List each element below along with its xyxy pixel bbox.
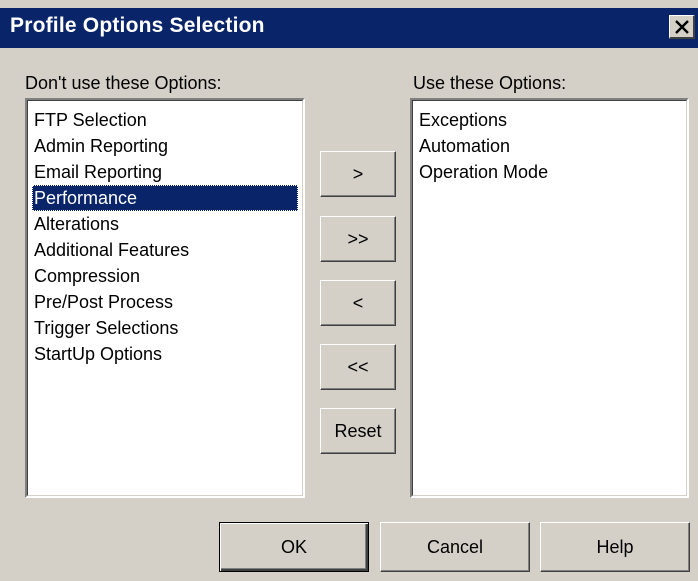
remove-all-options-button[interactable]: << (320, 344, 396, 390)
list-item[interactable]: Compression (32, 263, 298, 289)
list-item[interactable]: Automation (417, 133, 682, 159)
unused-options-label: Don't use these Options: (25, 73, 222, 93)
list-item[interactable]: Exceptions (417, 107, 682, 133)
list-item[interactable]: Operation Mode (417, 159, 682, 185)
list-item[interactable]: Email Reporting (32, 159, 298, 185)
unused-options-list[interactable]: FTP Selection Admin Reporting Email Repo… (25, 98, 305, 498)
used-options-list[interactable]: Exceptions Automation Operation Mode (410, 98, 689, 498)
dialog-title: Profile Options Selection (10, 14, 265, 37)
close-button[interactable] (669, 15, 695, 39)
add-all-options-button[interactable]: >> (320, 216, 396, 262)
list-item[interactable]: Alterations (32, 211, 298, 237)
reset-button[interactable]: Reset (320, 408, 396, 454)
help-button[interactable]: Help (540, 522, 690, 572)
list-item[interactable]: Trigger Selections (32, 315, 298, 341)
list-item[interactable]: FTP Selection (32, 107, 298, 133)
title-bar[interactable]: Profile Options Selection (0, 8, 698, 48)
list-item[interactable]: Additional Features (32, 237, 298, 263)
used-options-label: Use these Options: (413, 73, 567, 93)
ok-button[interactable]: OK (219, 522, 369, 572)
list-item[interactable]: StartUp Options (32, 341, 298, 367)
list-item[interactable]: Pre/Post Process (32, 289, 298, 315)
list-item[interactable]: Admin Reporting (32, 133, 298, 159)
list-item-selected[interactable]: Performance (32, 185, 298, 211)
close-x-icon (675, 20, 689, 34)
cancel-button[interactable]: Cancel (380, 522, 530, 572)
profile-options-dialog: Profile Options Selection Don't use thes… (0, 0, 698, 581)
add-option-button[interactable]: > (320, 151, 396, 197)
remove-option-button[interactable]: < (320, 280, 396, 326)
